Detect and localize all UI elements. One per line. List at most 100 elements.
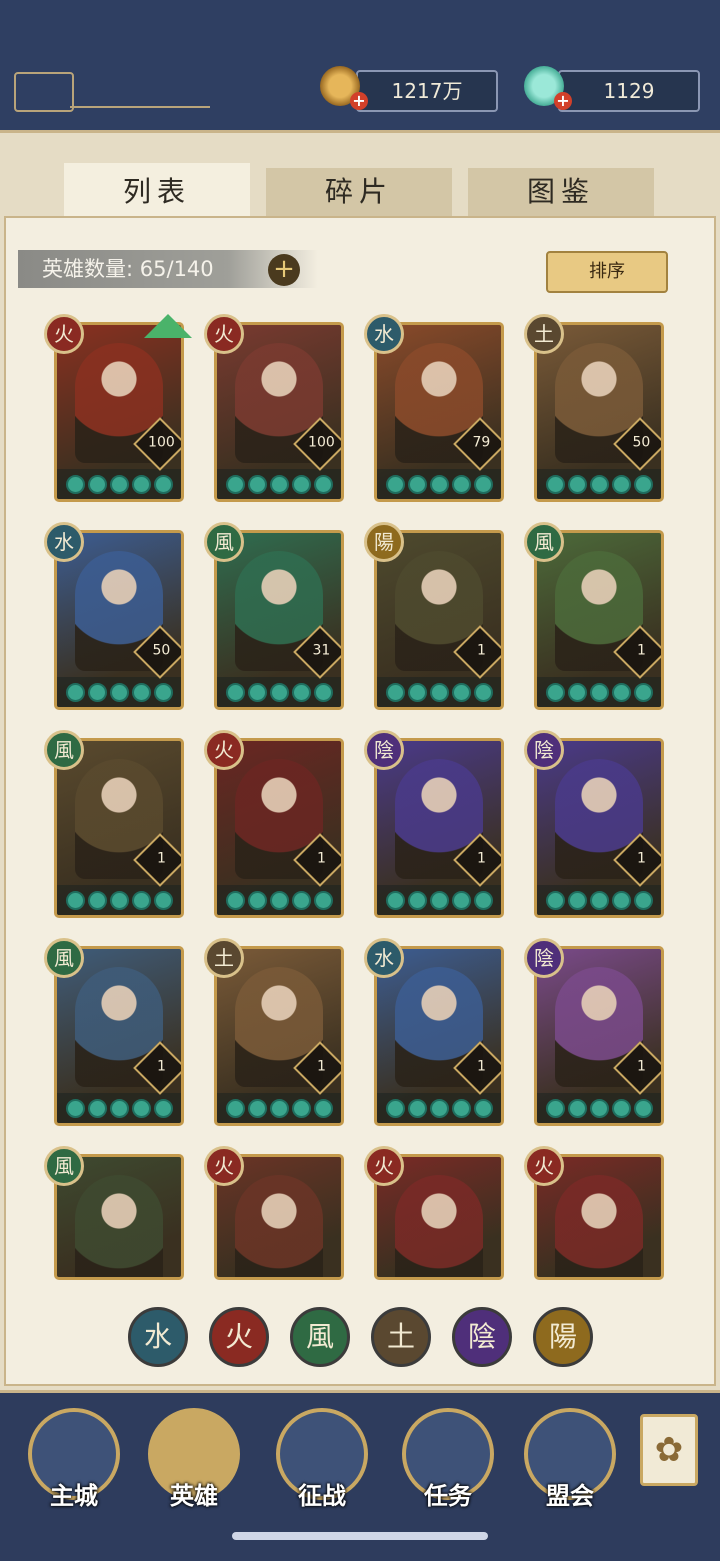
filter-wind-button[interactable]: 風	[290, 1307, 350, 1367]
star-beads	[217, 469, 341, 499]
star-beads	[537, 469, 661, 499]
hero-level: 1	[476, 850, 486, 867]
star-bead-icon	[567, 682, 587, 702]
add-gems-button[interactable]: +	[554, 92, 572, 110]
expand-capacity-button[interactable]: +	[268, 254, 300, 286]
hero-level: 100	[308, 434, 335, 451]
tab-codex[interactable]: 图鉴	[468, 168, 654, 216]
star-bead-icon	[451, 890, 471, 910]
hero-level: 1	[316, 1058, 326, 1075]
add-coins-button[interactable]: +	[350, 92, 368, 110]
filter-water-button[interactable]: 水	[128, 1307, 188, 1367]
star-bead-icon	[269, 1098, 289, 1118]
hero-level: 79	[472, 434, 491, 451]
star-bead-icon	[385, 1098, 405, 1118]
tab-list-label: 列表	[122, 175, 191, 208]
star-bead-icon	[407, 1098, 427, 1118]
gem-value: 1129	[603, 79, 655, 103]
star-bead-icon	[153, 1098, 173, 1118]
star-beads	[217, 677, 341, 707]
star-bead-icon	[225, 682, 245, 702]
element-yin-icon: 陰	[364, 730, 404, 770]
star-bead-icon	[633, 1098, 653, 1118]
star-bead-icon	[611, 682, 631, 702]
filter-earth-button[interactable]: 土	[371, 1307, 431, 1367]
top-bar	[0, 0, 720, 133]
star-bead-icon	[633, 474, 653, 494]
star-bead-icon	[87, 1098, 107, 1118]
star-bead-icon	[313, 474, 333, 494]
element-fire-icon: 火	[204, 1146, 244, 1186]
sort-button[interactable]: 排序	[546, 251, 668, 293]
star-bead-icon	[429, 474, 449, 494]
star-bead-icon	[633, 890, 653, 910]
star-bead-icon	[545, 682, 565, 702]
hero-level: 1	[156, 1058, 166, 1075]
element-wind-icon: 風	[204, 522, 244, 562]
coin-counter: 1217万	[356, 70, 498, 112]
star-bead-icon	[87, 682, 107, 702]
star-bead-icon	[385, 474, 405, 494]
hero-level: 1	[476, 1058, 486, 1075]
star-bead-icon	[429, 890, 449, 910]
star-bead-icon	[153, 474, 173, 494]
element-earth-icon: 土	[524, 314, 564, 354]
star-beads	[377, 469, 501, 499]
hero-level: 1	[636, 850, 646, 867]
star-bead-icon	[385, 682, 405, 702]
element-wind-icon: 風	[524, 522, 564, 562]
star-bead-icon	[407, 474, 427, 494]
star-bead-icon	[545, 1098, 565, 1118]
element-yin-icon: 陰	[524, 938, 564, 978]
element-fire-icon: 火	[364, 1146, 404, 1186]
star-bead-icon	[225, 474, 245, 494]
hero-level: 50	[152, 642, 171, 659]
star-bead-icon	[589, 1098, 609, 1118]
divider	[70, 106, 210, 108]
menu-icon[interactable]: ✿	[640, 1414, 698, 1486]
filter-fire-button[interactable]: 火	[209, 1307, 269, 1367]
star-bead-icon	[567, 474, 587, 494]
tab-fragments-label: 碎片	[324, 175, 393, 208]
nav-label: 征战	[298, 1482, 346, 1510]
star-bead-icon	[473, 682, 493, 702]
filter-yin-button[interactable]: 陰	[452, 1307, 512, 1367]
star-bead-icon	[567, 890, 587, 910]
star-bead-icon	[247, 474, 267, 494]
element-earth-icon: 土	[204, 938, 244, 978]
star-bead-icon	[269, 474, 289, 494]
star-bead-icon	[589, 682, 609, 702]
element-wind-icon: 風	[44, 1146, 84, 1186]
star-beads	[217, 885, 341, 915]
star-bead-icon	[567, 1098, 587, 1118]
star-bead-icon	[633, 682, 653, 702]
element-fire-icon: 火	[204, 314, 244, 354]
star-bead-icon	[611, 1098, 631, 1118]
star-bead-icon	[225, 890, 245, 910]
star-bead-icon	[109, 474, 129, 494]
star-bead-icon	[247, 890, 267, 910]
star-bead-icon	[589, 890, 609, 910]
tab-list[interactable]: 列表	[64, 163, 250, 221]
star-beads	[537, 885, 661, 915]
star-beads	[57, 469, 181, 499]
gem-counter: 1129	[558, 70, 700, 112]
hero-portrait	[235, 1175, 323, 1277]
hero-level: 1	[636, 642, 646, 659]
tab-fragments[interactable]: 碎片	[266, 168, 452, 216]
star-bead-icon	[225, 1098, 245, 1118]
star-beads	[537, 1093, 661, 1123]
star-bead-icon	[545, 890, 565, 910]
hero-level: 1	[476, 642, 486, 659]
element-water-icon: 水	[44, 522, 84, 562]
star-bead-icon	[87, 474, 107, 494]
star-bead-icon	[407, 890, 427, 910]
home-indicator	[232, 1532, 488, 1540]
element-wind-icon: 風	[44, 938, 84, 978]
filter-yang-button[interactable]: 陽	[533, 1307, 593, 1367]
star-beads	[217, 1093, 341, 1123]
element-yang-icon: 陽	[364, 522, 404, 562]
nav-label: 主城	[50, 1482, 98, 1510]
star-bead-icon	[291, 474, 311, 494]
star-bead-icon	[611, 890, 631, 910]
